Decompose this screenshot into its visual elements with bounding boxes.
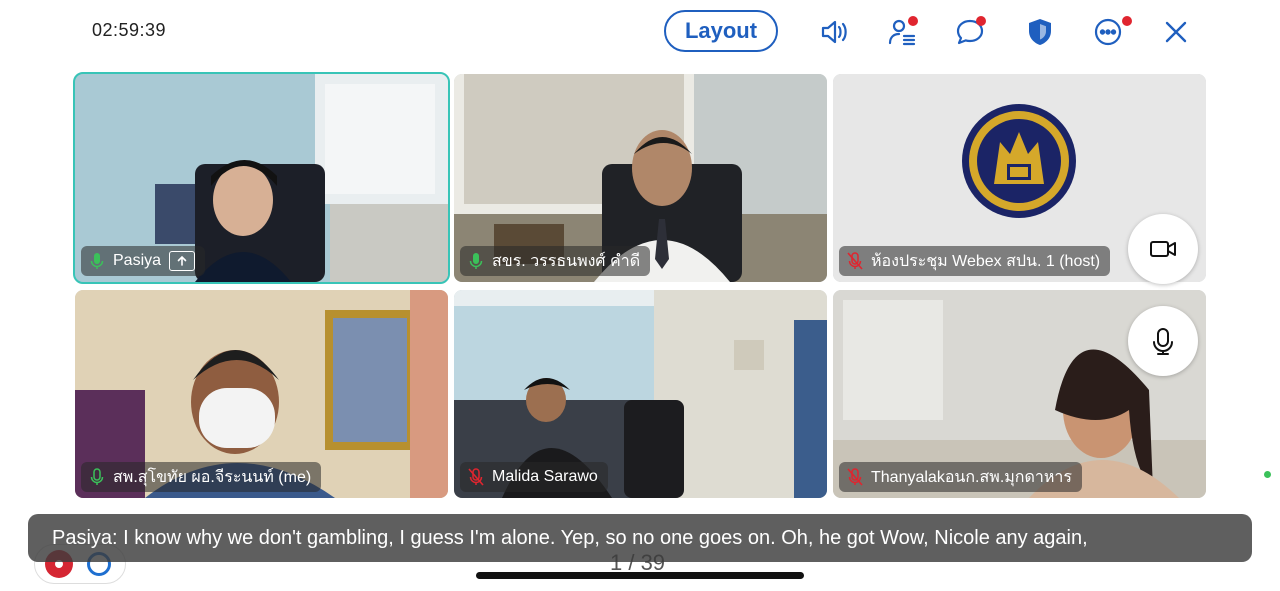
mic-muted-icon <box>847 468 863 486</box>
layout-button[interactable]: Layout <box>664 10 778 52</box>
share-screen-icon <box>169 251 196 271</box>
camera-icon <box>1150 241 1176 257</box>
closed-caption-bar: Pasiya: I know why we don't gambling, I … <box>28 514 1252 562</box>
microphone-icon <box>1153 328 1173 355</box>
chat-icon[interactable] <box>950 12 990 52</box>
meeting-screen: 02:59:39 Layout Pasiya สขร. วรรธนพงศ์ คำ… <box>0 0 1280 591</box>
video-tile-pasiya[interactable]: Pasiya <box>73 72 450 284</box>
mic-toggle-button[interactable] <box>1128 306 1198 376</box>
government-seal-logo <box>962 104 1076 218</box>
speaker-icon[interactable] <box>814 12 854 52</box>
video-tile-me[interactable]: สพ.สุโขทัย ผอ.จีระนนท์ (me) <box>75 290 448 498</box>
participant-namebar: Pasiya <box>81 246 206 276</box>
mic-muted-icon <box>847 252 863 270</box>
participant-name: สพ.สุโขทัย ผอ.จีระนนท์ (me) <box>113 468 312 486</box>
video-toggle-button[interactable] <box>1128 214 1198 284</box>
participant-namebar: Thanyalakอนก.สพ.มุกดาหาร <box>839 462 1082 492</box>
participant-namebar: สพ.สุโขทัย ผอ.จีระนนท์ (me) <box>81 462 322 492</box>
participant-name: Thanyalakอนก.สพ.มุกดาหาร <box>871 468 1072 486</box>
participants-icon[interactable] <box>882 12 922 52</box>
participants-badge <box>908 16 918 26</box>
shield-icon[interactable] <box>1020 12 1060 52</box>
mic-on-icon <box>90 468 104 485</box>
home-indicator[interactable] <box>476 572 804 579</box>
chat-badge <box>976 16 986 26</box>
mic-muted-icon <box>468 468 484 486</box>
participant-name: ห้องประชุม Webex สปน. 1 (host) <box>871 252 1101 270</box>
status-dot <box>1264 471 1271 478</box>
participant-namebar: สขร. วรรธนพงศ์ คำดี <box>460 246 651 276</box>
video-tile-participant-5[interactable]: Malida Sarawo <box>454 290 827 498</box>
more-badge <box>1122 16 1132 26</box>
meeting-timer: 02:59:39 <box>92 20 167 40</box>
participant-name: Malida Sarawo <box>492 468 598 485</box>
mic-on-icon <box>90 253 104 269</box>
mic-on-icon <box>469 253 483 269</box>
participant-name: สขร. วรรธนพงศ์ คำดี <box>492 252 641 270</box>
video-tile-participant-2[interactable]: สขร. วรรธนพงศ์ คำดี <box>454 74 827 282</box>
participant-namebar: Malida Sarawo <box>460 462 608 492</box>
participant-namebar: ห้องประชุม Webex สปน. 1 (host) <box>839 246 1111 276</box>
more-icon[interactable] <box>1088 12 1132 52</box>
close-icon[interactable] <box>1156 12 1196 52</box>
participant-name: Pasiya <box>113 252 162 269</box>
caption-text: Pasiya: I know why we don't gambling, I … <box>52 526 1088 549</box>
